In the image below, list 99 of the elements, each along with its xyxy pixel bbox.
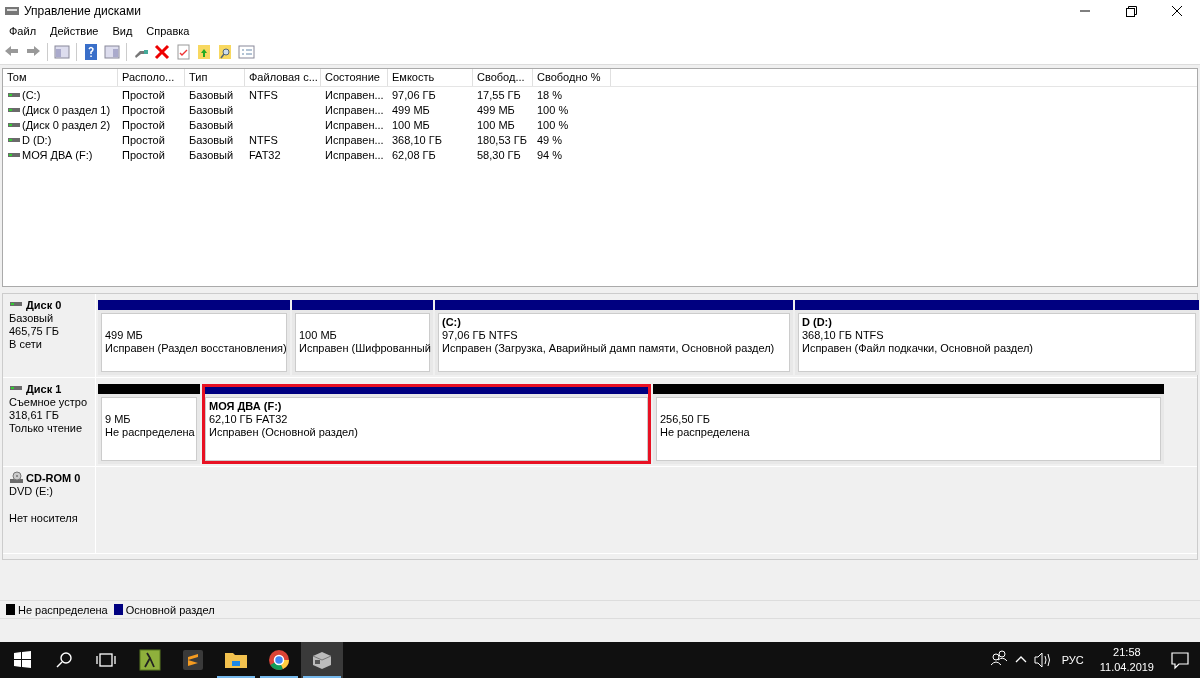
table-cell: 100 % [537,103,569,116]
partition-block[interactable]: МОЯ ДВА (F:) 62,10 ГБ FAT32 Исправен (Основной раздел) [202,384,651,464]
menu-item[interactable]: Файл [2,25,44,37]
partition-block[interactable]: 499 МБ Исправен (Раздел восстановления) [98,300,290,375]
menu-item[interactable]: Справка [139,25,197,37]
help-icon[interactable] [82,43,100,61]
legend-label: Не распределена [18,603,108,616]
table-cell: 97,06 ГБ [392,88,436,101]
table-cell: (Диск 0 раздел 2) [22,118,111,131]
checklist-icon[interactable] [174,43,192,61]
column-header[interactable]: Том [3,69,118,86]
column-header[interactable]: Свобод... [473,69,533,86]
disk-info: Нет носителя [9,512,78,524]
disk-info: 318,61 ГБ [9,409,59,421]
table-cell: 100 МБ [477,118,515,131]
table-cell: Базовый [189,148,234,161]
partition-status: Исправен (Основной раздел) [209,426,358,438]
disk-name: Диск 0 [26,298,62,312]
partition-block[interactable]: 256,50 ГБ Не распределена [653,384,1164,464]
language-indicator[interactable]: РУС [1061,654,1084,666]
table-cell: Простой [122,103,165,116]
table-cell: Исправен... [325,118,384,131]
folder-search-icon[interactable] [216,43,234,61]
disk-info: 465,75 ГБ [9,325,59,337]
table-cell: Исправен... [325,88,384,101]
table-cell: 17,55 ГБ [477,88,521,101]
table-cell: NTFS [249,88,278,101]
table-cell: 49 % [537,133,563,146]
partition-status: Исправен (Шифрованный [299,342,431,354]
disk-info: Съемное устро [9,396,87,408]
app-icon [4,4,20,18]
partition-status: Не распределена [105,426,195,438]
table-cell: (Диск 0 раздел 1) [22,103,111,116]
column-header[interactable]: Располо... [118,69,185,86]
disk-info: Только чтение [9,422,83,434]
disk-drive-icon[interactable] [301,642,343,678]
partition-status: Не распределена [660,426,750,438]
table-cell: 180,53 ГБ [477,133,527,146]
table-cell: (C:) [22,88,41,101]
clock-date[interactable]: 11.04.2019 [1099,660,1154,675]
table-cell: Базовый [189,133,234,146]
partition-name: D (D:) [802,316,832,328]
table-cell: D (D:) [22,133,52,146]
clock-time[interactable]: 21:58 [1113,645,1141,660]
column-header[interactable]: Тип [185,69,245,86]
table-cell: Исправен... [325,103,384,116]
table-cell: 18 % [537,88,563,101]
partition-size: 97,06 ГБ NTFS [442,329,518,341]
legend-label: Основной раздел [125,603,215,616]
partition-status: Исправен (Файл подкачки, Основной раздел) [802,342,1033,354]
delete-icon[interactable] [153,43,171,61]
table-cell: Простой [122,148,165,161]
table-cell: 62,08 ГБ [392,148,436,161]
table-cell: 58,30 ГБ [477,148,521,161]
menu-item[interactable]: Вид [105,25,140,37]
partition-name: МОЯ ДВА (F:) [209,400,282,412]
table-cell: Исправен... [325,148,384,161]
disk-info: В сети [9,338,42,350]
table-cell: Базовый [189,88,234,101]
column-header[interactable]: Свободно % [533,69,611,86]
table-cell: Простой [122,133,165,146]
disc-drive-icon [9,471,25,485]
partition-size: 9 МБ [105,413,131,425]
table-cell: 94 % [537,148,563,161]
table-cell: 100 % [537,118,569,131]
column-header[interactable]: Состояние [321,69,388,86]
column-header[interactable]: Файловая с... [245,69,321,86]
disk-info: Базовый [9,312,54,324]
menu-item[interactable]: Действие [43,25,106,37]
table-cell: 499 МБ [392,103,430,116]
partition-status: Исправен (Раздел восстановления) [105,342,287,354]
folder-up-icon[interactable] [195,43,213,61]
disk-name: CD-ROM 0 [26,471,81,485]
partition-block[interactable]: D (D:) 368,10 ГБ NTFS Исправен (Файл подкачки, Основной раздел) [795,300,1199,375]
partition-size: 499 МБ [105,329,143,341]
window-title: Управление дисками [24,4,141,18]
partition-size: 256,50 ГБ [660,413,710,425]
table-cell: Исправен... [325,133,384,146]
table-cell: FAT32 [249,148,281,161]
table-cell: NTFS [249,133,278,146]
partition-block[interactable]: 100 МБ Исправен (Шифрованный [292,300,433,375]
table-cell: Базовый [189,103,234,116]
partition-size: 368,10 ГБ NTFS [802,329,884,341]
partition-block[interactable]: (C:) 97,06 ГБ NTFS Исправен (Загрузка, Аварийный дамп памяти, Основной раздел) [435,300,793,375]
disk-info: DVD (E:) [9,485,53,497]
partition-size: 100 МБ [299,329,337,341]
table-cell: 100 МБ [392,118,430,131]
column-header[interactable]: Емкость [388,69,473,86]
partition-size: 62,10 ГБ FAT32 [209,413,288,425]
table-cell: Простой [122,88,165,101]
table-cell: Простой [122,118,165,131]
disk-name: Диск 1 [26,382,62,396]
partition-block[interactable]: 9 МБ Не распределена [98,384,200,464]
partition-status: Исправен (Загрузка, Аварийный дамп памяти, Основной раздел) [442,342,775,354]
table-cell: МОЯ ДВА (F:) [22,148,93,161]
table-cell: 499 МБ [477,103,515,116]
partition-name: (C:) [442,316,461,328]
table-cell: 368,10 ГБ [392,133,442,146]
table-cell: Базовый [189,118,234,131]
